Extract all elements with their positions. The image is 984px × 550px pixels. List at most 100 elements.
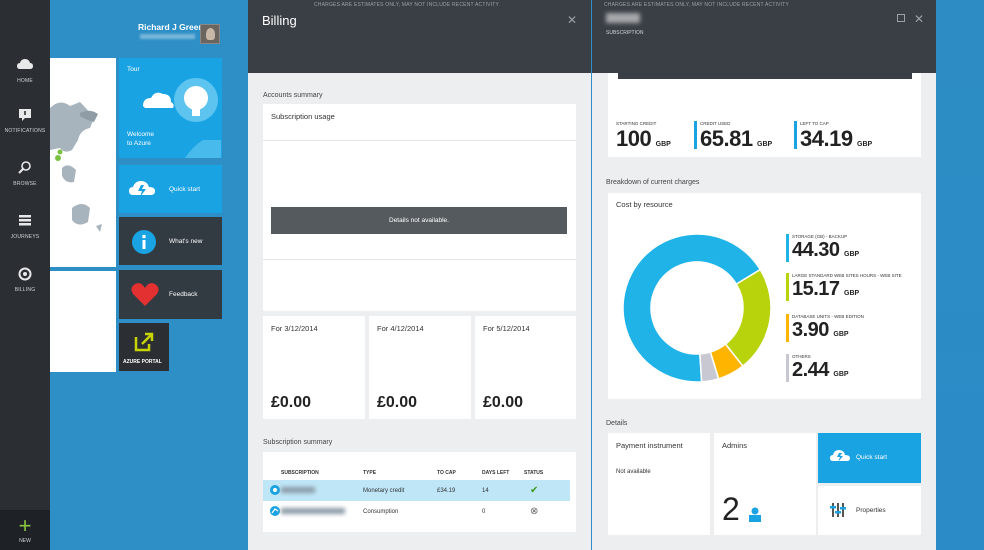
table-header[interactable]: SUBSCRIPTION bbox=[281, 466, 363, 480]
properties-label: Properties bbox=[856, 507, 886, 514]
blank-tile[interactable] bbox=[50, 271, 116, 372]
period-card[interactable]: For 4/12/2014 £0.00 bbox=[369, 316, 471, 419]
new-label: NEW bbox=[19, 538, 31, 544]
subscription-estimate-notice: CHARGES ARE ESTIMATES ONLY, MAY NOT INCL… bbox=[604, 2, 790, 8]
service-health-map-tile[interactable] bbox=[50, 58, 116, 267]
tour-tile[interactable]: Tour Welcome to Azure bbox=[119, 58, 222, 158]
credit-bar bbox=[618, 73, 912, 79]
nav-journeys-label: JOURNEYS bbox=[10, 234, 40, 240]
legend-unit: GBP bbox=[833, 331, 849, 338]
status-ok-icon: ✔ bbox=[524, 480, 570, 501]
table-header[interactable]: TO CAP bbox=[437, 466, 482, 480]
credit-used: CREDIT USED 65.81 GBP bbox=[700, 121, 772, 152]
details-label: Details bbox=[606, 420, 628, 427]
cost-by-resource-card[interactable]: Cost by resource STORAGE (GB) - BACKUP 4… bbox=[608, 193, 921, 399]
cloud-icon bbox=[17, 59, 33, 69]
tour-caption-2: to Azure bbox=[127, 140, 151, 147]
left-navigation: HOME NOTIFICATIONS BROWSE JOURNEYS BILLI… bbox=[0, 0, 50, 550]
quick-start-tile[interactable]: Quick start bbox=[119, 165, 222, 213]
days-left-cell: 0 bbox=[482, 508, 486, 515]
billing-header: CHARGES ARE ESTIMATES ONLY, MAY NOT INCL… bbox=[248, 0, 591, 73]
billing-icon bbox=[18, 267, 32, 281]
divider bbox=[263, 259, 576, 260]
background-strip bbox=[936, 0, 984, 550]
subscription-usage-card[interactable]: Subscription usage Details not available… bbox=[263, 104, 576, 311]
table-header[interactable]: TYPE bbox=[363, 466, 437, 480]
table-row[interactable]: Monetary credit £34.19 14 ✔ bbox=[263, 480, 570, 501]
table-header-row: SUBSCRIPTION TYPE TO CAP DAYS LEFT STATU… bbox=[263, 466, 570, 480]
whats-new-tile[interactable]: What's new bbox=[119, 217, 222, 265]
legend-unit: GBP bbox=[833, 371, 849, 378]
admins-tile[interactable]: Admins 2 bbox=[714, 433, 816, 535]
cloud-lightning-icon bbox=[830, 450, 850, 462]
subscription-name-blurred bbox=[281, 501, 363, 522]
days-left-cell: 14 bbox=[482, 480, 524, 501]
legend-color-bar bbox=[786, 273, 789, 301]
cost-donut-chart[interactable] bbox=[622, 233, 772, 383]
user-name[interactable]: Richard J Green bbox=[138, 22, 204, 32]
subscription-subtitle: SUBSCRIPTION bbox=[606, 30, 644, 36]
type-cell: Monetary credit bbox=[363, 480, 437, 501]
quick-start-button[interactable]: Quick start bbox=[818, 433, 921, 483]
period-label: For 5/12/2014 bbox=[483, 324, 530, 333]
period-label: For 3/12/2014 bbox=[271, 324, 318, 333]
table-header-icon-col bbox=[263, 466, 281, 480]
legend-unit: GBP bbox=[844, 251, 860, 258]
left-to-cap-unit: GBP bbox=[857, 141, 873, 148]
subscription-type-icon bbox=[263, 480, 281, 501]
legend-value: 3.90 bbox=[792, 319, 829, 341]
to-cap-cell: £34.19 bbox=[437, 480, 482, 501]
period-value: £0.00 bbox=[271, 394, 312, 411]
quick-start-label: Quick start bbox=[169, 186, 201, 193]
billing-estimate-notice: CHARGES ARE ESTIMATES ONLY, MAY NOT INCL… bbox=[314, 2, 500, 8]
legend-color-bar bbox=[786, 234, 789, 262]
legend-item: DATABASE UNITS - WEB EDITION 3.90 GBP bbox=[792, 314, 864, 342]
nav-browse[interactable]: BROWSE bbox=[0, 151, 50, 203]
properties-button[interactable]: Properties bbox=[818, 486, 921, 535]
left-to-cap-value: 34.19 bbox=[800, 126, 853, 151]
payment-instrument-tile[interactable]: Payment instrument Not available bbox=[608, 433, 710, 535]
breakdown-label: Breakdown of current charges bbox=[606, 179, 700, 186]
nav-billing-label: BILLING bbox=[14, 287, 36, 293]
legend-color-bar bbox=[786, 314, 789, 342]
nav-notifications[interactable]: NOTIFICATIONS bbox=[0, 98, 50, 150]
payment-instrument-value: Not available bbox=[616, 469, 651, 475]
user-email-blurred bbox=[140, 34, 195, 39]
azure-portal-tile[interactable]: AZURE PORTAL bbox=[119, 323, 169, 371]
subscription-summary-label: Subscription summary bbox=[263, 439, 333, 446]
cost-by-resource-title: Cost by resource bbox=[616, 200, 673, 209]
table-header[interactable]: DAYS LEFT bbox=[482, 466, 524, 480]
new-button[interactable]: + NEW bbox=[0, 510, 50, 550]
info-icon bbox=[132, 230, 156, 254]
maximize-icon[interactable] bbox=[897, 14, 905, 22]
legend-value: 2.44 bbox=[792, 359, 829, 381]
whats-new-label: What's new bbox=[169, 238, 203, 245]
tour-title: Tour bbox=[127, 66, 140, 73]
nav-journeys[interactable]: JOURNEYS bbox=[0, 204, 50, 256]
azure-portal-label: AZURE PORTAL bbox=[123, 359, 162, 365]
credit-used-value: 65.81 bbox=[700, 126, 753, 151]
subscription-summary-table: SUBSCRIPTION TYPE TO CAP DAYS LEFT STATU… bbox=[263, 466, 570, 522]
close-icon[interactable]: ✕ bbox=[567, 13, 577, 27]
heart-icon bbox=[131, 283, 159, 306]
to-cap-cell bbox=[437, 501, 482, 522]
period-value: £0.00 bbox=[483, 394, 524, 411]
credit-used-unit: GBP bbox=[757, 141, 773, 148]
type-cell: Consumption bbox=[363, 508, 399, 515]
nav-billing[interactable]: BILLING bbox=[0, 257, 50, 309]
credit-card[interactable]: STARTING CREDIT 100 GBP CREDIT USED 65.8… bbox=[608, 73, 921, 157]
feedback-tile[interactable]: Feedback bbox=[119, 270, 222, 319]
period-card[interactable]: For 3/12/2014 £0.00 bbox=[263, 316, 365, 419]
notifications-icon bbox=[19, 109, 31, 121]
table-header[interactable]: STATUS bbox=[524, 466, 570, 480]
nav-home-label: HOME bbox=[17, 78, 33, 84]
close-icon[interactable]: ✕ bbox=[914, 12, 924, 26]
feedback-label: Feedback bbox=[169, 291, 198, 298]
period-card[interactable]: For 5/12/2014 £0.00 bbox=[475, 316, 576, 419]
avatar[interactable] bbox=[200, 24, 220, 44]
quick-start-label: Quick start bbox=[856, 454, 888, 461]
table-row[interactable]: Consumption 0 ⊗ bbox=[263, 501, 570, 522]
nav-browse-label: BROWSE bbox=[13, 181, 37, 187]
nav-home[interactable]: HOME bbox=[0, 48, 50, 100]
world-map-image bbox=[50, 102, 102, 232]
